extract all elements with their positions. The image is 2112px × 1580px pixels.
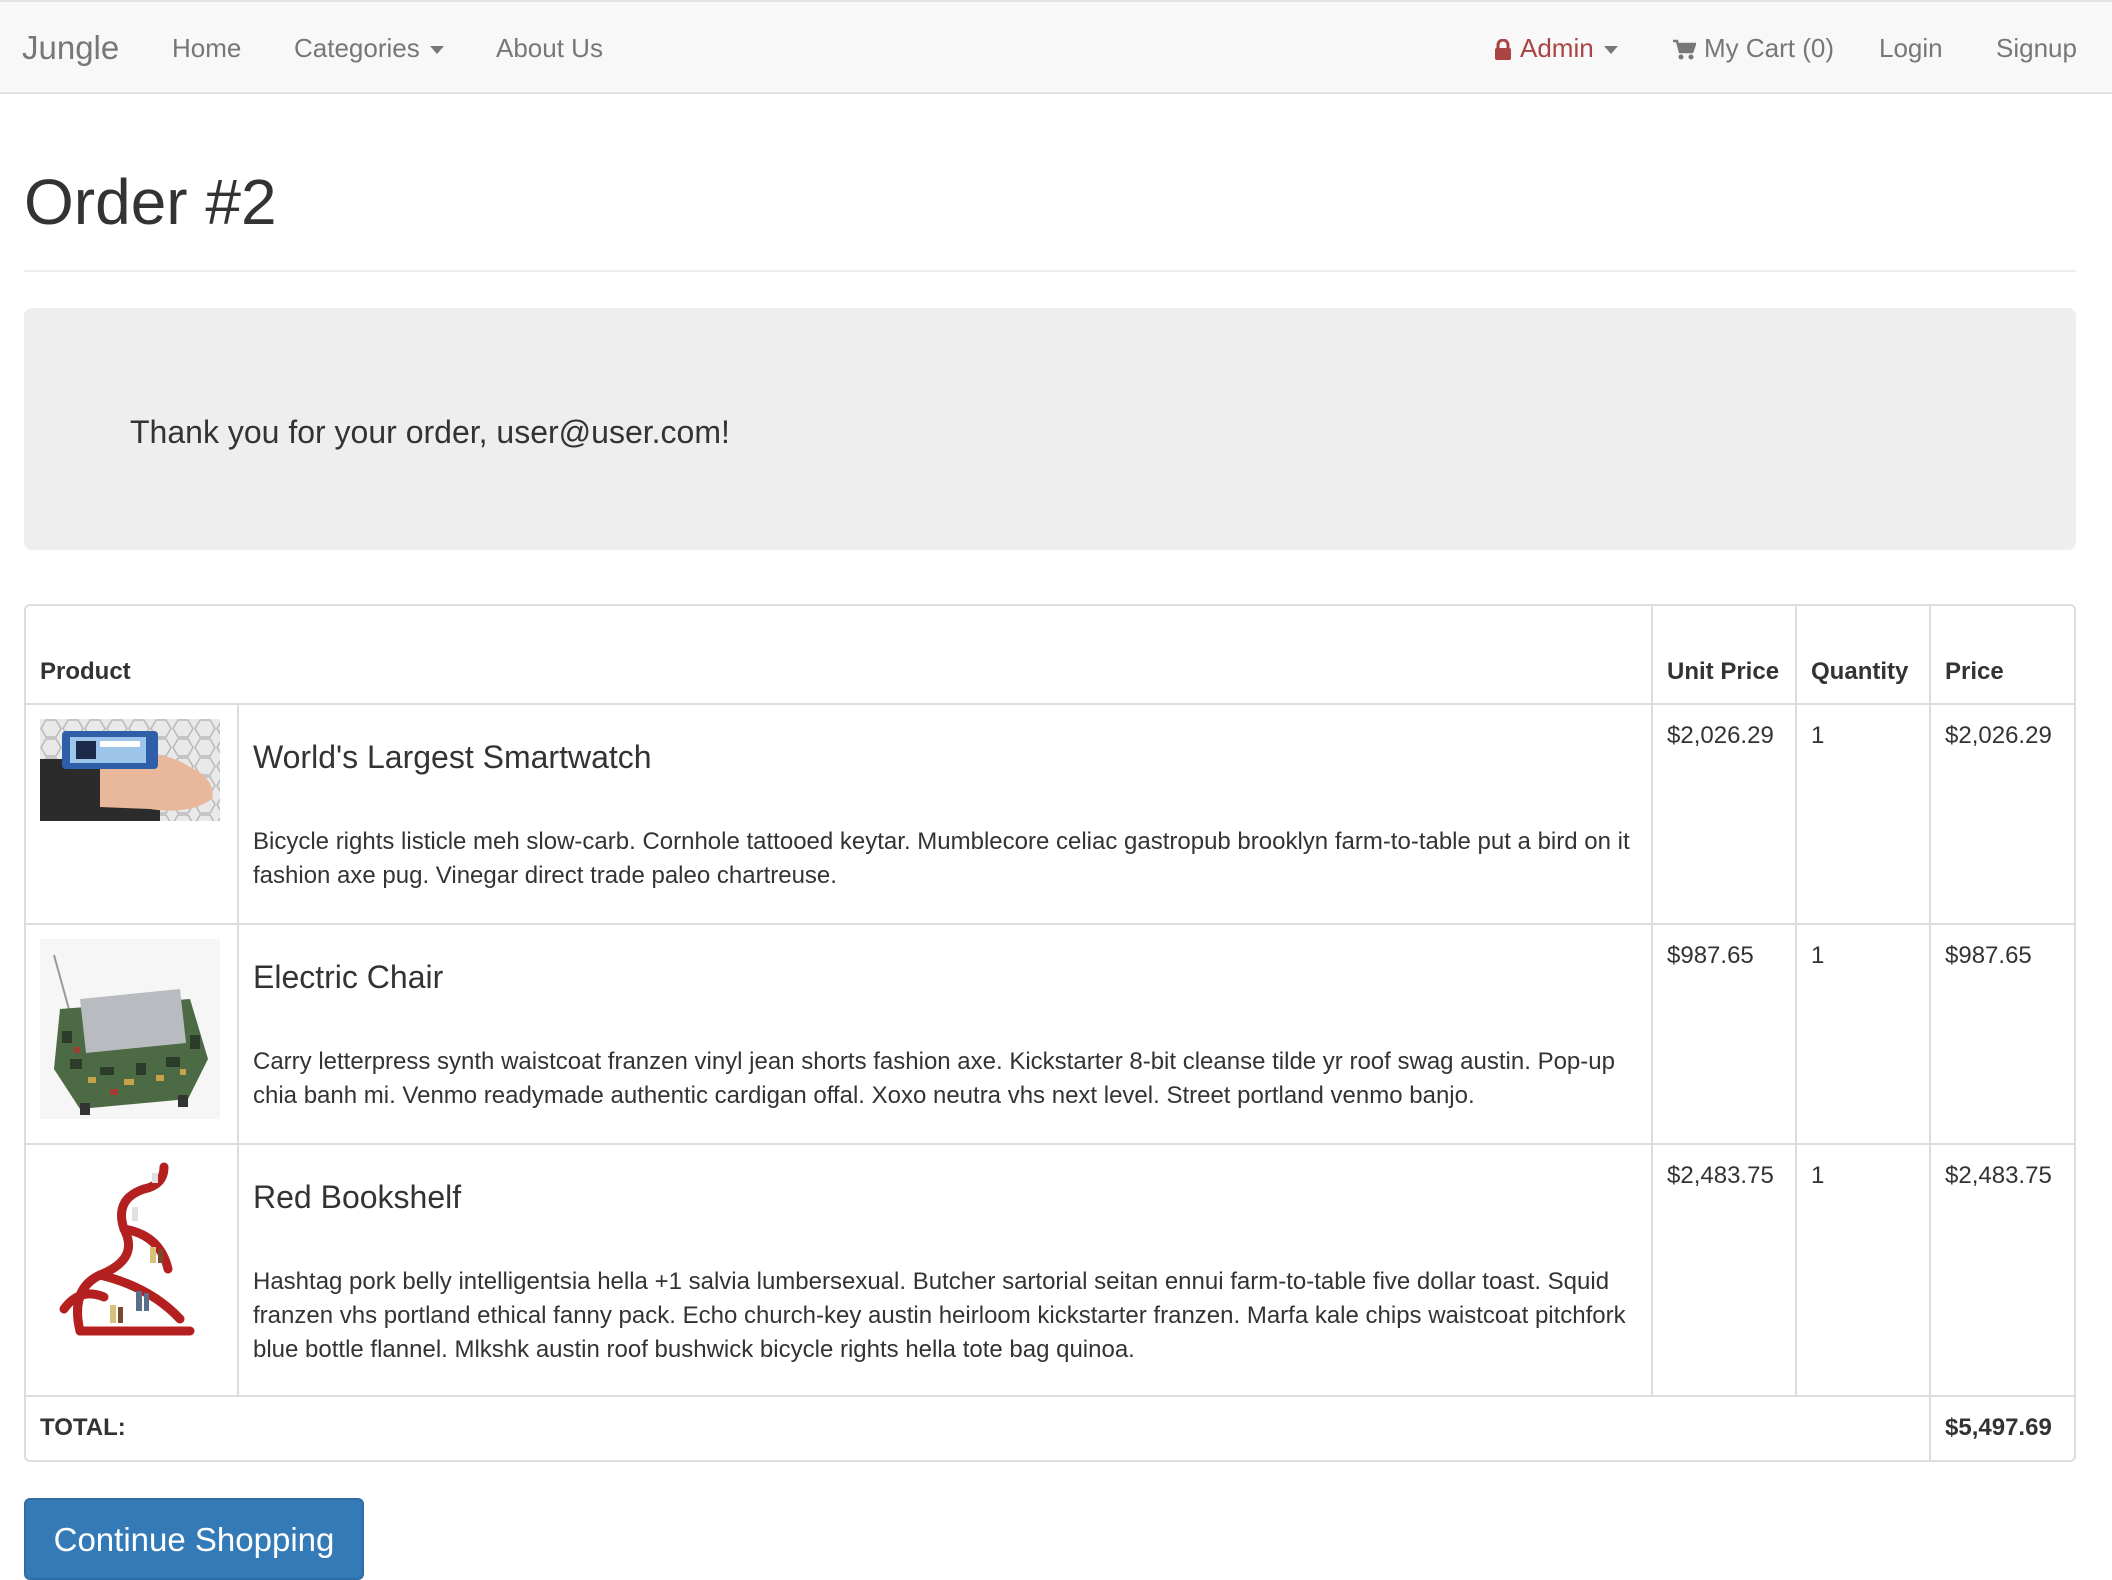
product-thumbnail-cell	[26, 1143, 239, 1397]
nav-login[interactable]: Login	[1879, 2, 1943, 94]
nav-cart-label: My Cart (0)	[1704, 33, 1834, 63]
caret-down-icon	[429, 46, 444, 55]
order-table: Product Unit Price Quantity Price World'…	[24, 604, 2076, 1462]
nav-categories-label: Categories	[294, 33, 420, 63]
quantity: 1	[1795, 1143, 1932, 1397]
header-product: Product	[26, 606, 1654, 705]
product-name: Electric Chair	[253, 959, 444, 995]
nav-admin-label: Admin	[1520, 33, 1594, 63]
table-row: Red Bookshelf Hashtag pork belly intelli…	[26, 1143, 2074, 1397]
product-thumbnail-cell	[26, 703, 239, 925]
unit-price: $2,483.75	[1651, 1143, 1798, 1397]
product-thumbnail-cell	[26, 923, 239, 1145]
header-unit-price: Unit Price	[1651, 606, 1798, 705]
nav-about[interactable]: About Us	[496, 2, 603, 94]
nav-signup[interactable]: Signup	[1996, 2, 2077, 94]
nav-cart[interactable]: My Cart (0)	[1672, 2, 1834, 94]
brand-link[interactable]: Jungle	[22, 2, 119, 94]
product-name: World's Largest Smartwatch	[253, 739, 652, 775]
total-row: TOTAL: $5,497.69	[26, 1395, 2074, 1460]
nav-admin-dropdown[interactable]: Admin	[1494, 2, 1618, 94]
total-value: $5,497.69	[1929, 1395, 2074, 1460]
product-image-red-bookshelf	[40, 1159, 220, 1339]
product-description: Bicycle rights listicle meh slow-carb. C…	[253, 828, 1630, 889]
product-image-electric-chair	[40, 939, 220, 1119]
divider	[24, 270, 2076, 272]
thank-you-message: Thank you for your order, user@user.com!	[130, 414, 730, 450]
line-price: $2,483.75	[1929, 1143, 2074, 1397]
product-details-cell: Electric Chair Carry letterpress synth w…	[236, 923, 1654, 1145]
table-row: Electric Chair Carry letterpress synth w…	[26, 923, 2074, 1145]
unit-price: $987.65	[1651, 923, 1798, 1145]
page-title: Order #2	[24, 166, 277, 238]
product-name: Red Bookshelf	[253, 1179, 462, 1215]
product-description: Hashtag pork belly intelligentsia hella …	[253, 1268, 1626, 1363]
product-image-smartwatch	[40, 719, 220, 821]
header-price: Price	[1929, 606, 2074, 705]
thank-you-banner: Thank you for your order, user@user.com!	[24, 308, 2076, 550]
lock-icon	[1495, 39, 1511, 61]
line-price: $2,026.29	[1929, 703, 2074, 925]
nav-categories-dropdown[interactable]: Categories	[294, 2, 444, 94]
quantity: 1	[1795, 703, 1932, 925]
quantity: 1	[1795, 923, 1932, 1145]
unit-price: $2,026.29	[1651, 703, 1798, 925]
product-details-cell: World's Largest Smartwatch Bicycle right…	[236, 703, 1654, 925]
cart-icon	[1673, 39, 1696, 60]
header-quantity: Quantity	[1795, 606, 1932, 705]
table-header-row: Product Unit Price Quantity Price	[26, 606, 2074, 705]
table-row: World's Largest Smartwatch Bicycle right…	[26, 703, 2074, 925]
navbar: Jungle Home Categories About Us Admin My…	[0, 0, 2112, 94]
caret-down-icon	[1603, 46, 1618, 55]
nav-home[interactable]: Home	[172, 2, 241, 94]
total-label: TOTAL:	[26, 1395, 1932, 1460]
continue-shopping-button[interactable]: Continue Shopping	[24, 1498, 364, 1580]
product-details-cell: Red Bookshelf Hashtag pork belly intelli…	[236, 1143, 1654, 1397]
product-description: Carry letterpress synth waistcoat franze…	[253, 1048, 1615, 1109]
line-price: $987.65	[1929, 923, 2074, 1145]
